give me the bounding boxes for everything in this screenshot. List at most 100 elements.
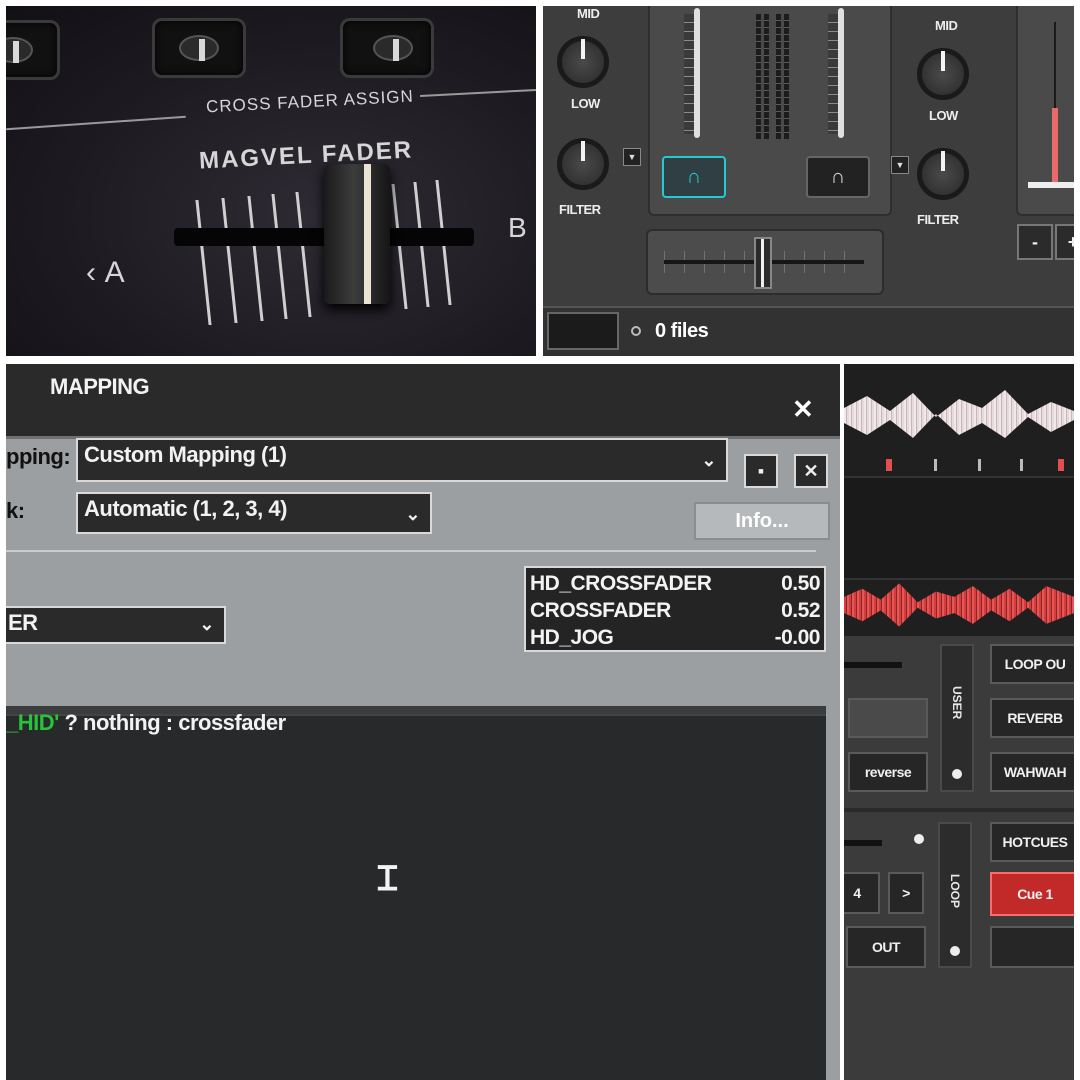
right-filter-label: FILTER	[917, 212, 959, 227]
side-b-label: B	[508, 212, 528, 243]
software-crossfader[interactable]	[646, 229, 884, 295]
left-filter-label: FILTER	[559, 202, 601, 217]
script-line[interactable]: _HID' ? nothing : crossfader	[6, 710, 286, 736]
live-value-name: HD_CROSSFADER	[530, 572, 712, 595]
fader-tick	[247, 196, 264, 321]
software-mixer-photo: MID LOW FILTER ▼ ∩ ∩ ▼ MID LOW FILTER - …	[543, 6, 1074, 356]
mapping-select[interactable]: Custom Mapping (1) ⌄	[76, 438, 728, 482]
vu-meter-right-b	[784, 14, 789, 139]
left-filter-knob[interactable]	[557, 138, 609, 190]
mapping-dialog-title: MAPPING	[50, 374, 150, 399]
divider-bar	[844, 840, 882, 846]
left-eq-low-knob[interactable]	[557, 36, 609, 88]
loop-out-short-button[interactable]: OUT	[846, 926, 926, 968]
headphones-icon: ∩	[686, 165, 702, 188]
empty-pad-button[interactable]	[848, 698, 928, 738]
plus-button[interactable]: +	[1055, 224, 1074, 260]
assign-line-left	[6, 115, 186, 131]
user-indicator-dot	[952, 769, 962, 779]
reverse-button[interactable]: reverse	[848, 752, 928, 792]
right-volume-fader[interactable]	[838, 8, 844, 138]
reverb-button[interactable]: REVERB	[990, 698, 1074, 738]
right-eq-mid-label: MID	[935, 18, 958, 33]
delete-mapping-button[interactable]: ✕	[794, 454, 828, 488]
mapping-dialog-header: MAPPING ✕	[6, 364, 840, 439]
loop-out-button[interactable]: LOOP OU	[990, 644, 1074, 684]
deck-label: k:	[6, 498, 25, 523]
triangle-down-icon: ▼	[627, 152, 637, 162]
wahwah-button[interactable]: WAHWAH	[990, 752, 1074, 792]
save-mapping-button[interactable]: ▪	[744, 454, 778, 488]
mixer-channel-strip: ∩ ∩	[648, 6, 892, 216]
left-volume-fader[interactable]	[694, 8, 700, 138]
cross-fader-assign-label: CROSS FADER ASSIGN	[205, 86, 415, 117]
dialog-separator	[6, 550, 816, 552]
live-value-name: HD_JOG	[530, 626, 614, 649]
browser-status-bar: 0 files	[543, 306, 1074, 356]
deck-select[interactable]: Automatic (1, 2, 3, 4) ⌄	[76, 492, 432, 534]
action-select[interactable]: ER ⌄	[6, 606, 226, 644]
left-eq-low-label: LOW	[571, 96, 600, 111]
live-value-row: HD_CROSSFADER 0.50	[530, 570, 820, 597]
chevron-right-icon: >	[902, 885, 910, 901]
mapping-dialog: MAPPING ✕ pping: Custom Mapping (1) ⌄ ▪ …	[6, 364, 840, 1080]
right-filter-knob[interactable]	[917, 148, 969, 200]
triangle-down-icon: ▼	[895, 160, 905, 170]
browser-search-field[interactable]	[547, 312, 619, 350]
script-token-rest: ? nothing : crossfader	[58, 710, 286, 735]
waveform-gap	[844, 476, 1074, 580]
minus-button[interactable]: -	[1017, 224, 1053, 260]
live-value-name: CROSSFADER	[530, 599, 671, 622]
live-value-row: HD_JOG -0.00	[530, 624, 821, 651]
left-headphone-button[interactable]: ∩	[662, 156, 726, 198]
assign-switch-edge	[6, 20, 60, 80]
close-icon[interactable]: ✕	[792, 394, 814, 425]
live-value-number: 0.50	[781, 572, 820, 595]
deck-controls-photo: USER LOOP OU REVERB WAHWAH reverse LOOP …	[844, 364, 1074, 1080]
live-value-number: -0.00	[774, 626, 821, 649]
hardware-fader-cap	[324, 164, 390, 304]
left-filter-menu-button[interactable]: ▼	[623, 148, 641, 166]
headphones-icon: ∩	[830, 165, 846, 188]
right-eq-low-knob[interactable]	[917, 48, 969, 100]
mapping-select-value: Custom Mapping (1)	[84, 442, 287, 467]
crossfader-handle[interactable]	[754, 237, 772, 289]
info-button[interactable]: Info...	[694, 502, 830, 540]
master-volume-handle[interactable]	[1028, 182, 1074, 188]
fader-tick	[195, 200, 212, 325]
right-filter-menu-button[interactable]: ▼	[891, 156, 909, 174]
loop-next-button[interactable]: >	[888, 872, 924, 914]
user-label: USER	[950, 686, 964, 720]
deck-control-area: USER LOOP OU REVERB WAHWAH reverse LOOP …	[844, 636, 1074, 1080]
divider-bar	[844, 662, 902, 668]
action-select-value: ER	[8, 610, 38, 635]
cue-2-button[interactable]	[990, 926, 1074, 968]
loop-strip-dot	[950, 946, 960, 956]
section-divider	[844, 808, 1074, 812]
loop-size-display: 4	[844, 872, 880, 914]
files-count: 0 files	[655, 320, 709, 342]
floppy-disk-icon: ▪	[757, 460, 765, 481]
hardware-crossfader-photo: CROSS FADER ASSIGN MAGVEL FADER ‹ A B	[6, 6, 536, 356]
waveform-red	[844, 583, 1074, 627]
side-a-label: ‹ A	[86, 256, 126, 290]
chevron-left-icon: ‹	[86, 256, 105, 289]
close-icon: ✕	[803, 460, 819, 481]
waveform-top	[844, 390, 1074, 438]
loop-indicator-dot	[914, 834, 924, 844]
cue-1-button[interactable]: Cue 1	[990, 872, 1074, 916]
vu-meter-right-a	[776, 14, 781, 139]
assign-switch-right	[340, 18, 434, 78]
right-eq-low-label: LOW	[929, 108, 958, 123]
side-a-text: A	[104, 256, 126, 289]
hotcues-button[interactable]: HOTCUES	[990, 822, 1074, 862]
mapping-label: pping:	[6, 444, 71, 469]
fader-tick	[221, 198, 238, 323]
right-headphone-button[interactable]: ∩	[806, 156, 870, 198]
assign-switch-left	[152, 18, 246, 78]
script-token-green: _HID'	[6, 710, 59, 735]
assign-line-right	[420, 88, 536, 98]
waveform-markers	[844, 459, 1074, 471]
loop-label: LOOP	[948, 874, 962, 909]
script-editor[interactable]	[6, 714, 826, 1080]
